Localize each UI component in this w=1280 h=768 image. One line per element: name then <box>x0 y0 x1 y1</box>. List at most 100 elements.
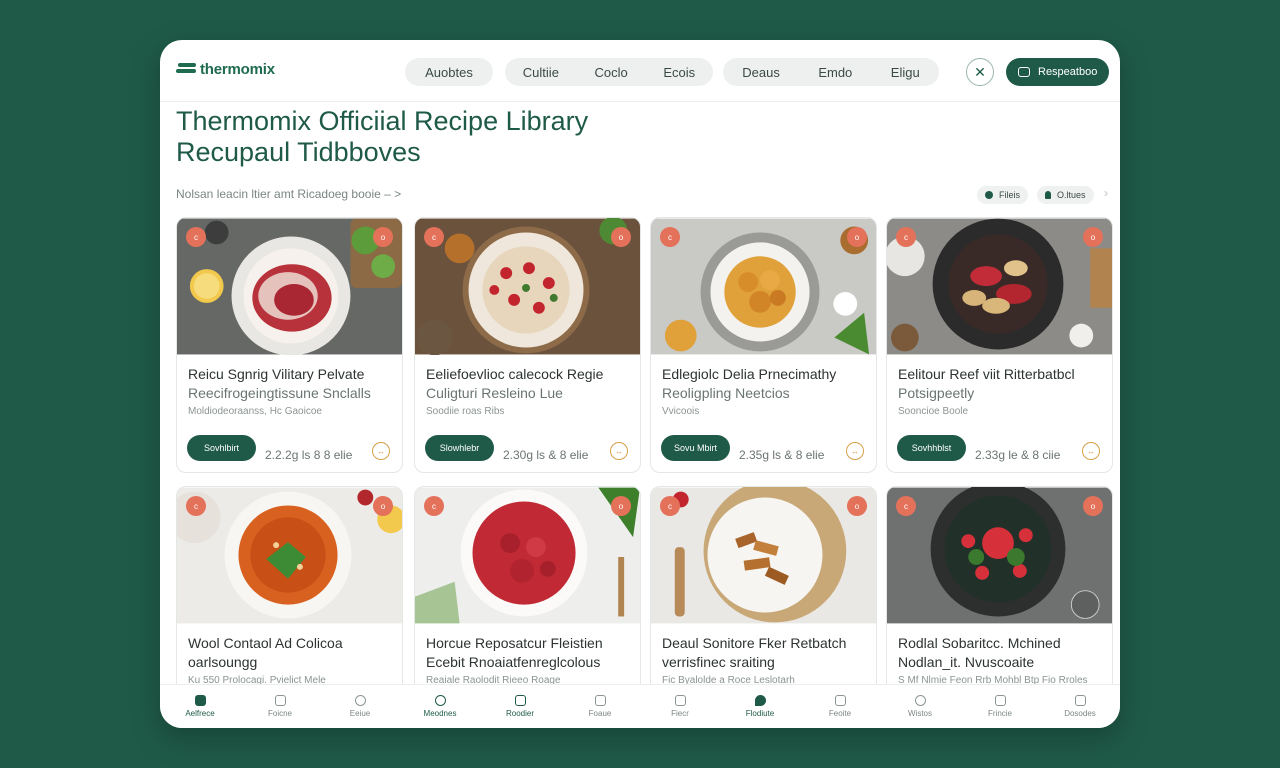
recipe-subtitle: Ecebit Rnoaiatfenreglcolous <box>426 654 601 670</box>
save-button[interactable]: Sovhhblst <box>897 435 966 461</box>
favorite-icon[interactable]: o <box>373 227 393 247</box>
person-icon <box>1045 191 1051 199</box>
nav-link[interactable]: Deaus <box>742 65 780 80</box>
expand-icon[interactable]: ↔ <box>846 442 864 460</box>
box-icon <box>834 695 846 706</box>
nav-item-grid[interactable]: Foicne <box>240 685 320 728</box>
recipe-title: Wool Contaol Ad Colicoa <box>188 635 343 651</box>
grid-icon <box>274 695 286 706</box>
nav-item-music[interactable]: Dosodes <box>1040 685 1120 728</box>
nav-link[interactable]: Cultiie <box>523 65 559 80</box>
logo-icon <box>176 62 196 78</box>
close-button[interactable]: ✕ <box>966 58 994 86</box>
logo[interactable]: thermomix <box>176 61 275 78</box>
recipe-title: Reicu Sgnrig Vilitary Pelvate <box>188 366 365 382</box>
calendar-icon <box>674 695 686 706</box>
nav-item-chat[interactable]: Wistos <box>880 685 960 728</box>
recipe-card[interactable]: c o Eelitour Reef viit Ritterbatbcl Pots… <box>886 217 1113 473</box>
page-title-line-2: Recupaul Tidbboves <box>176 137 421 167</box>
pin-icon <box>994 695 1006 706</box>
bag-icon <box>594 695 606 706</box>
favorite-icon[interactable]: o <box>611 496 631 516</box>
recipe-subtitle: Potsigpeetly <box>898 385 975 401</box>
nav-item-label: Frincie <box>987 709 1012 718</box>
nav-link[interactable]: Emdo <box>818 65 852 80</box>
nav-item-leaf[interactable]: Flodiute <box>720 685 800 728</box>
recipe-photo <box>651 218 876 355</box>
favorite-icon[interactable]: o <box>847 496 867 516</box>
nav-item-label: Meodnes <box>423 709 457 718</box>
expand-icon[interactable]: ↔ <box>372 442 390 460</box>
chat-bubble-icon <box>1018 67 1030 77</box>
badge-icon: c <box>424 227 444 247</box>
filter-icon <box>985 191 993 199</box>
nav-item-home[interactable]: Aelfrece <box>160 685 240 728</box>
badge-icon: c <box>186 227 206 247</box>
recipe-photo <box>651 487 876 624</box>
options-chip[interactable]: O.ltues <box>1037 186 1094 204</box>
page-title-line-1: Thermomix Officiial Recipe Library <box>176 106 589 136</box>
recipe-tags: Sooncioe Boole <box>898 406 969 417</box>
recipe-title: Eelitour Reef viit Ritterbatbcl <box>898 366 1075 382</box>
badge-icon: c <box>660 496 680 516</box>
nav-item-label: Wistos <box>908 709 932 718</box>
favorite-icon[interactable]: o <box>1083 496 1103 516</box>
recipe-title: Deaul Sonitore Fker Retbatch <box>662 635 847 651</box>
nav-item-chef[interactable]: Roodier <box>480 685 560 728</box>
badge-icon: c <box>186 496 206 516</box>
recipe-tags: Vvicoois <box>662 406 700 417</box>
recipe-card[interactable]: c o Reicu Sgnrig Vilitary Pelvate Reecif… <box>176 217 403 473</box>
save-button[interactable]: Sovu Mbirt <box>661 435 730 461</box>
music-icon <box>1074 695 1086 706</box>
favorite-icon[interactable]: o <box>611 227 631 247</box>
recipe-photo <box>887 218 1112 355</box>
chevron-right-icon[interactable]: › <box>1104 186 1108 200</box>
favorite-icon[interactable]: o <box>373 496 393 516</box>
options-chip-label: O.ltues <box>1057 190 1086 200</box>
nav-item-pin[interactable]: Frincie <box>960 685 1040 728</box>
recipe-title: Rodlal Sobaritcc. Mchined <box>898 635 1061 651</box>
recipe-subtitle: Nodlan_it. Nvuscoaite <box>898 654 1035 670</box>
recipe-subtitle: Culigturi Resleino Lue <box>426 385 563 401</box>
expand-icon[interactable]: ↔ <box>610 442 628 460</box>
nav-link[interactable]: Eligu <box>891 65 920 80</box>
nav-item-calendar[interactable]: Fiecr <box>640 685 720 728</box>
badge-icon: c <box>660 227 680 247</box>
recipe-meta: 2.30g ls & 8 elie <box>503 448 589 462</box>
nav-item-user[interactable]: Meodnes <box>400 685 480 728</box>
nav-item-label: Feoite <box>828 709 852 718</box>
save-button[interactable]: Slowhlebr <box>425 435 494 461</box>
recipe-photo <box>177 487 402 624</box>
recipe-title: Horcue Reposatcur Fleistien <box>426 635 603 651</box>
nav-item-circle[interactable]: Eeiue <box>320 685 400 728</box>
app-window: thermomix Auobtes Cultiie Coclo Ecois De… <box>160 40 1120 728</box>
badge-icon: c <box>896 496 916 516</box>
recipe-card[interactable]: c o Edlegiolc Delia Prnecimathy Reoligpl… <box>650 217 877 473</box>
nav-item-label: Eeiue <box>349 709 371 718</box>
recipe-photo <box>415 487 640 624</box>
nav-item-label: Foicne <box>267 709 292 718</box>
recipe-subtitle: verrisfinec sraiting <box>662 654 775 670</box>
recipe-meta: 2.35g ls & 8 elie <box>739 448 825 462</box>
recipe-photo <box>415 218 640 355</box>
nav-item-label: Flodiute <box>745 709 775 718</box>
close-icon: ✕ <box>974 63 986 80</box>
favorite-icon[interactable]: o <box>1083 227 1103 247</box>
expand-icon[interactable]: ↔ <box>1082 442 1100 460</box>
nav-pill-group-2: Cultiie Coclo Ecois <box>505 58 713 86</box>
respond-button[interactable]: Respeatboo <box>1006 58 1109 86</box>
nav-link[interactable]: Auobtes <box>425 65 473 80</box>
save-button[interactable]: Sovhlbirt <box>187 435 256 461</box>
recipe-card[interactable]: c o Eeliefoevlioc calecock Regie Culigtu… <box>414 217 641 473</box>
nav-link[interactable]: Coclo <box>595 65 628 80</box>
nav-item-bag[interactable]: Foaue <box>560 685 640 728</box>
chat-icon <box>914 695 926 706</box>
page-title: Thermomix Officiial Recipe Library Recup… <box>176 106 588 168</box>
user-icon <box>434 695 446 706</box>
top-bar: thermomix Auobtes Cultiie Coclo Ecois De… <box>160 40 1120 102</box>
favorite-icon[interactable]: o <box>847 227 867 247</box>
nav-link[interactable]: Ecois <box>663 65 695 80</box>
filter-chip[interactable]: Fileis <box>977 186 1029 204</box>
nav-item-box[interactable]: Feoite <box>800 685 880 728</box>
recipe-subtitle: Reoligpling Neetcios <box>662 385 790 401</box>
